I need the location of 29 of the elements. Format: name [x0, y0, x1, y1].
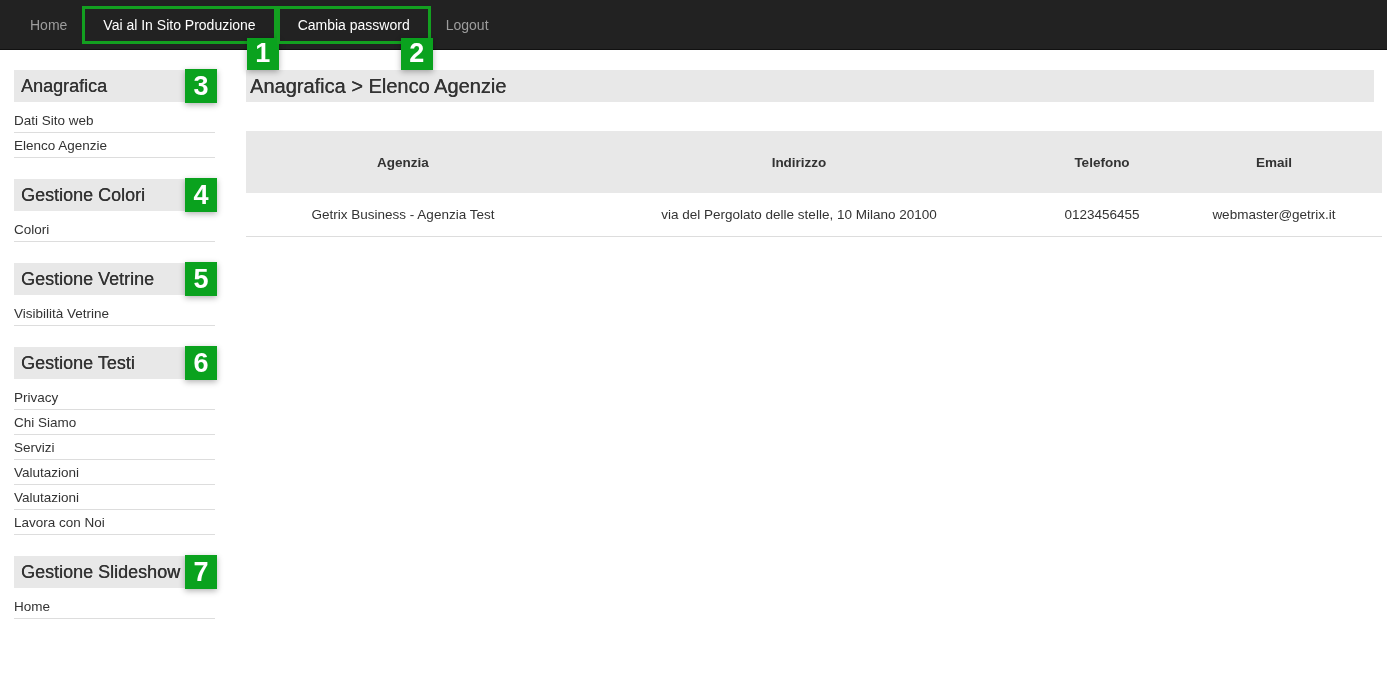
sidebar-link[interactable]: Dati Sito web: [14, 108, 215, 133]
table-cell: 0123456455: [1038, 193, 1166, 237]
sidebar-link[interactable]: Colori: [14, 217, 215, 242]
sidebar-link[interactable]: Privacy: [14, 385, 215, 410]
sidebar-link[interactable]: Valutazioni: [14, 460, 215, 485]
callout-number: 7: [185, 555, 217, 589]
nav-link[interactable]: Logout: [430, 1, 504, 48]
column-header: Indirizzo: [560, 131, 1038, 193]
page-title: Anagrafica > Elenco Agenzie: [246, 70, 1374, 102]
table-cell: via del Pergolato delle stelle, 10 Milano 20100: [560, 193, 1038, 237]
nav-link[interactable]: Home: [15, 1, 83, 48]
sidebar-link[interactable]: Lavora con Noi: [14, 510, 215, 535]
callout-number: 1: [246, 37, 279, 70]
callout-number: 3: [185, 69, 217, 103]
callout-number: 2: [400, 37, 433, 70]
table-cell: Getrix Business - Agenzia Test: [246, 193, 560, 237]
callout-number: 5: [185, 262, 217, 296]
sidebar-link[interactable]: Visibilità Vetrine: [14, 301, 215, 326]
column-header: Agenzia: [246, 131, 560, 193]
callout-number: 4: [185, 178, 217, 212]
sidebar-link[interactable]: Valutazioni: [14, 485, 215, 510]
table-cell: webmaster@getrix.it: [1166, 193, 1382, 237]
column-header: Telefono: [1038, 131, 1166, 193]
column-header: Email: [1166, 131, 1382, 193]
sidebar-link[interactable]: Chi Siamo: [14, 410, 215, 435]
sidebar-link[interactable]: Elenco Agenzie: [14, 133, 215, 158]
sidebar-link[interactable]: Servizi: [14, 435, 215, 460]
callout-number: 6: [185, 346, 217, 380]
sidebar-link[interactable]: Home: [14, 594, 215, 619]
